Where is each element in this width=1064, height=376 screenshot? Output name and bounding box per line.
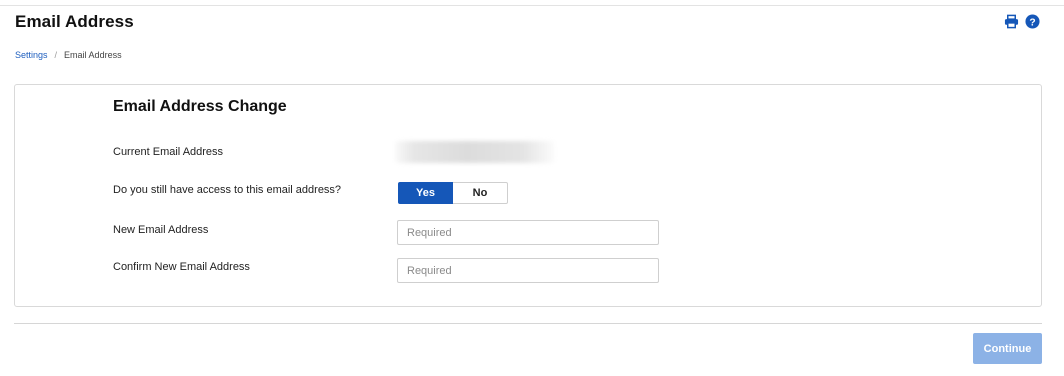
top-divider <box>0 5 1064 6</box>
breadcrumb: Settings / Email Address <box>15 50 122 60</box>
no-option-button[interactable]: No <box>453 182 508 204</box>
continue-button[interactable]: Continue <box>973 333 1042 364</box>
current-email-value-redacted <box>395 141 555 163</box>
svg-text:?: ? <box>1029 17 1035 28</box>
access-toggle: Yes No <box>398 182 508 204</box>
header-actions: ? <box>1004 14 1040 29</box>
breadcrumb-separator: / <box>54 50 58 60</box>
yes-option-button[interactable]: Yes <box>398 182 453 204</box>
help-icon[interactable]: ? <box>1025 14 1040 29</box>
confirm-email-label: Confirm New Email Address <box>113 261 250 273</box>
page-title: Email Address <box>15 12 134 31</box>
email-change-card: Email Address Change Current Email Addre… <box>14 84 1042 307</box>
breadcrumb-current: Email Address <box>64 50 122 60</box>
new-email-input[interactable] <box>397 220 659 245</box>
breadcrumb-settings-link[interactable]: Settings <box>15 50 48 60</box>
new-email-label: New Email Address <box>113 224 209 236</box>
access-question-label: Do you still have access to this email a… <box>113 184 342 196</box>
current-email-label: Current Email Address <box>113 146 224 158</box>
form-title: Email Address Change <box>113 98 287 115</box>
printer-icon[interactable] <box>1004 14 1019 29</box>
footer-divider <box>14 323 1042 324</box>
confirm-email-input[interactable] <box>397 258 659 283</box>
